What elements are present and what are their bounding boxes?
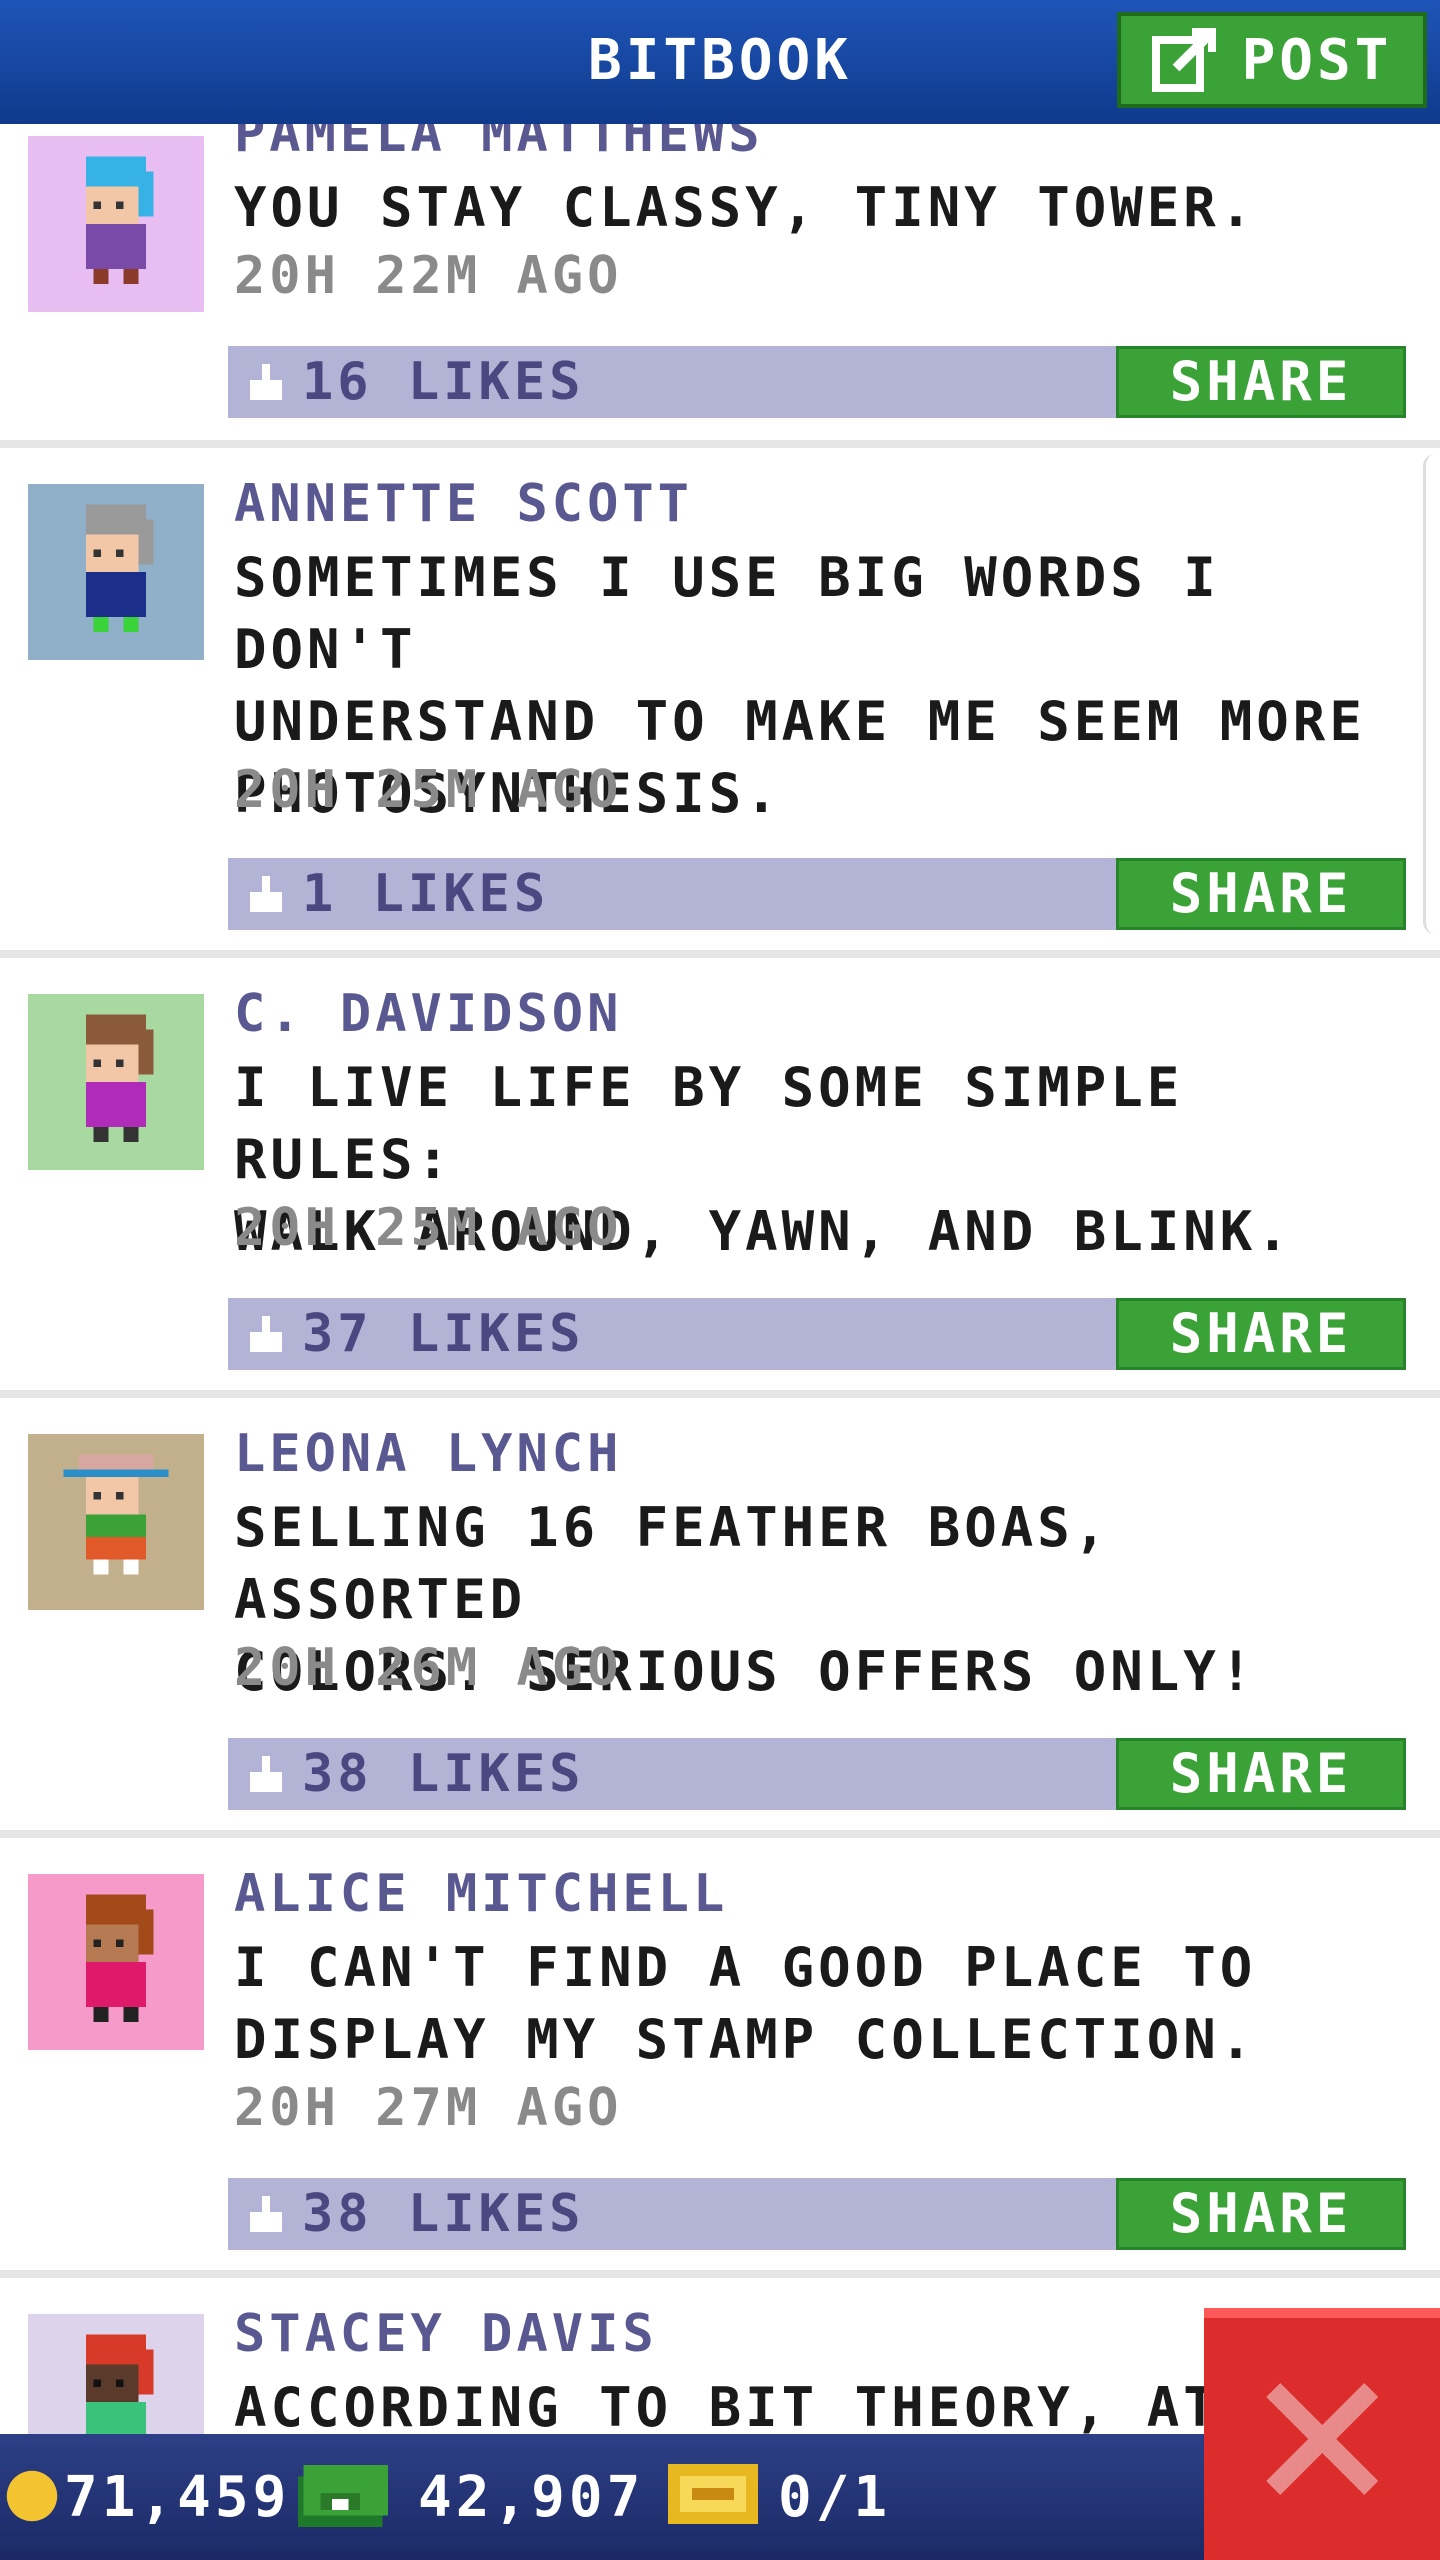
avatar[interactable] xyxy=(28,1434,204,1610)
share-button[interactable]: SHARE xyxy=(1116,858,1406,930)
ticket-icon[interactable] xyxy=(668,2464,758,2524)
post-time: 20H 26M AGO xyxy=(234,1638,623,1698)
post-author[interactable]: ANNETTE SCOTT xyxy=(234,474,693,534)
tickets-count: 0/1 xyxy=(778,2465,892,2530)
like-count: 38 LIKES xyxy=(302,1744,585,1804)
like-count: 1 LIKES xyxy=(302,864,550,924)
like-count: 16 LIKES xyxy=(302,352,585,412)
post-text: I CAN'T FIND A GOOD PLACE TO DISPLAY MY … xyxy=(234,1936,1257,2071)
avatar-figure-icon xyxy=(86,1894,154,2022)
post-button-label: POST xyxy=(1241,27,1393,93)
post-author[interactable]: C. DAVIDSON xyxy=(234,984,622,1044)
coin-icon xyxy=(6,2470,58,2522)
like-count: 37 LIKES xyxy=(302,1304,585,1364)
avatar-figure-icon xyxy=(86,156,154,284)
compose-icon xyxy=(1151,28,1216,92)
post-divider xyxy=(0,2270,1440,2278)
like-count: 38 LIKES xyxy=(302,2184,585,2244)
post-author[interactable]: ALICE MITCHELL xyxy=(234,1864,728,1924)
post-feed[interactable]: PAMELA MATTHEWS YOU STAY CLASSY, TINY TO… xyxy=(0,124,1440,2434)
like-bar: 1 LIKES SHARE xyxy=(228,858,1406,930)
thumbs-up-icon[interactable] xyxy=(246,2196,286,2236)
avatar[interactable] xyxy=(28,2314,204,2434)
post-time: 20H 27M AGO xyxy=(234,2078,623,2138)
avatar[interactable] xyxy=(28,136,204,312)
thumbs-up-icon[interactable] xyxy=(246,1756,286,1796)
post-text: YOU STAY CLASSY, TINY TOWER. xyxy=(234,176,1257,239)
post-author[interactable]: STACEY DAVIS xyxy=(234,2304,658,2364)
like-bar: 38 LIKES SHARE xyxy=(228,2178,1406,2250)
post-divider xyxy=(0,950,1440,958)
avatar-figure-icon xyxy=(86,504,154,632)
bux-icon[interactable] xyxy=(298,2464,388,2528)
post-button[interactable]: POST xyxy=(1117,12,1427,108)
like-bar: 37 LIKES SHARE xyxy=(228,1298,1406,1370)
avatar-figure-icon xyxy=(63,1454,169,1575)
like-bar: 38 LIKES SHARE xyxy=(228,1738,1406,1810)
avatar[interactable] xyxy=(28,994,204,1170)
like-bar: 16 LIKES SHARE xyxy=(228,346,1406,418)
bux-count: 42,907 xyxy=(418,2465,645,2530)
avatar-figure-icon xyxy=(86,2334,154,2434)
share-button[interactable]: SHARE xyxy=(1116,2178,1406,2250)
thumbs-up-icon[interactable] xyxy=(246,1316,286,1356)
app-header: BITBOOK POST xyxy=(0,0,1440,124)
avatar[interactable] xyxy=(28,484,204,660)
close-button[interactable] xyxy=(1204,2308,1440,2560)
post-divider xyxy=(0,1390,1440,1398)
post-time: 20H 25M AGO xyxy=(234,760,623,820)
avatar-figure-icon xyxy=(86,1014,154,1142)
close-icon xyxy=(1266,2383,1378,2495)
post-author[interactable]: PAMELA MATTHEWS xyxy=(234,124,764,164)
scrollbar[interactable] xyxy=(1423,454,1440,934)
post-time: 20H 25M AGO xyxy=(234,1198,623,1258)
thumbs-up-icon[interactable] xyxy=(246,876,286,916)
post-divider xyxy=(0,440,1440,448)
post-divider xyxy=(0,1830,1440,1838)
post-time: 20H 22M AGO xyxy=(234,246,623,306)
share-button[interactable]: SHARE xyxy=(1116,1298,1406,1370)
share-button[interactable]: SHARE xyxy=(1116,1738,1406,1810)
share-button[interactable]: SHARE xyxy=(1116,346,1406,418)
thumbs-up-icon[interactable] xyxy=(246,364,286,404)
avatar[interactable] xyxy=(28,1874,204,2050)
post-author[interactable]: LEONA LYNCH xyxy=(234,1424,622,1484)
coins-count: 71,459 xyxy=(64,2465,291,2530)
